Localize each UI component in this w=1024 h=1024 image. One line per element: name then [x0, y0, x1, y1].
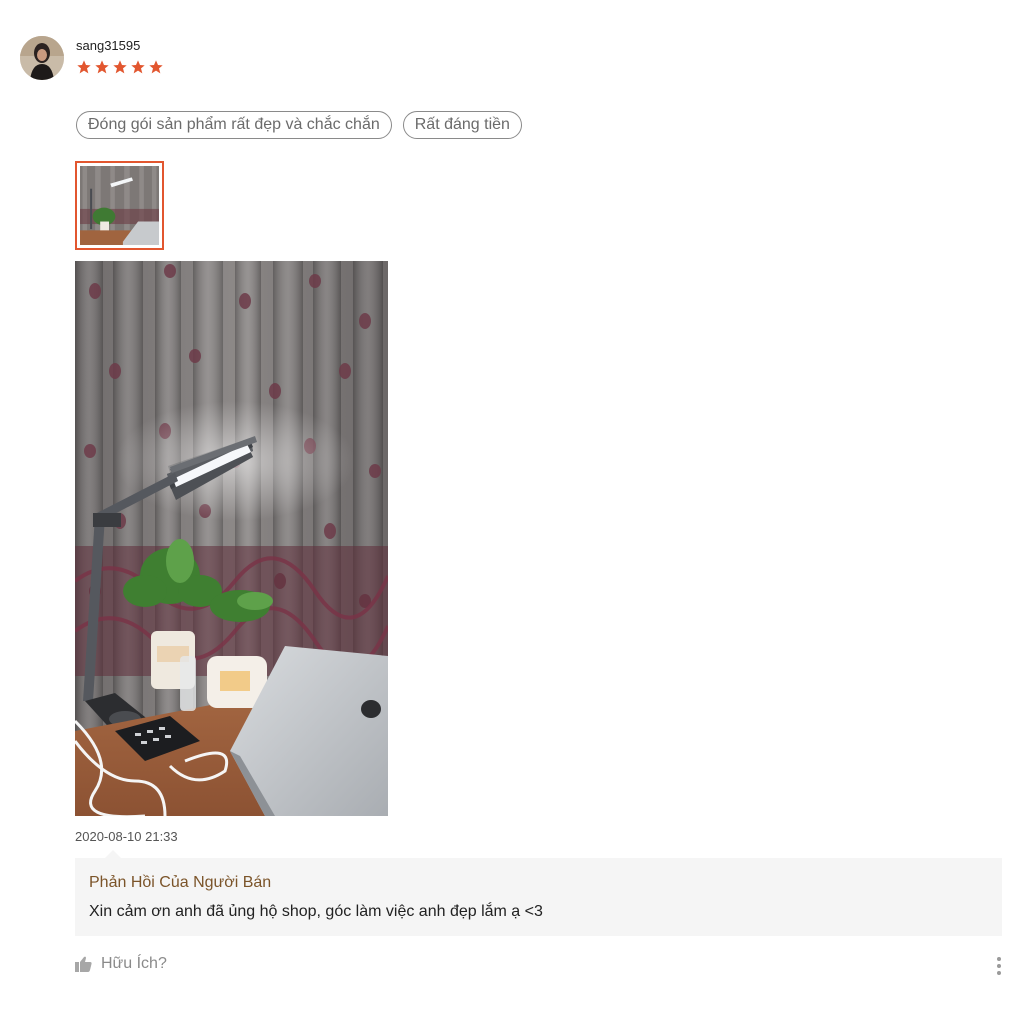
seller-reply-text: Xin cảm ơn anh đã ủng hộ shop, góc làm v… — [89, 903, 543, 920]
rating-stars — [76, 59, 164, 75]
star-icon — [131, 60, 145, 74]
star-icon — [113, 60, 127, 74]
reply-pointer — [105, 850, 121, 858]
seller-reply-title: Phản Hồi Của Người Bán — [89, 874, 272, 891]
review-photo-image — [75, 261, 388, 816]
star-icon — [95, 60, 109, 74]
avatar[interactable] — [20, 36, 64, 80]
star-icon — [77, 60, 91, 74]
review-tag: Đóng gói sản phẩm rất đẹp và chắc chắn — [76, 111, 392, 139]
more-options-button[interactable] — [992, 955, 1006, 977]
review-photo[interactable] — [75, 261, 388, 816]
avatar-image — [20, 36, 64, 80]
username[interactable]: sang31595 — [76, 38, 140, 53]
more-vertical-icon — [997, 957, 1001, 975]
review-tag: Rất đáng tiền — [402, 111, 522, 139]
helpful-label: Hữu Ích? — [101, 955, 167, 972]
star-icon — [149, 60, 163, 74]
helpful-button[interactable]: Hữu Ích? — [75, 955, 167, 973]
review-timestamp: 2020-08-10 21:33 — [75, 829, 178, 844]
thumbs-up-icon — [75, 956, 92, 972]
media-thumbnail-selected[interactable] — [75, 161, 164, 250]
seller-reply: Phản Hồi Của Người Bán Xin cảm ơn anh đã… — [75, 850, 1002, 936]
review-tags: Đóng gói sản phẩm rất đẹp và chắc chắn R… — [76, 111, 522, 139]
thumbnail-image — [80, 166, 159, 245]
